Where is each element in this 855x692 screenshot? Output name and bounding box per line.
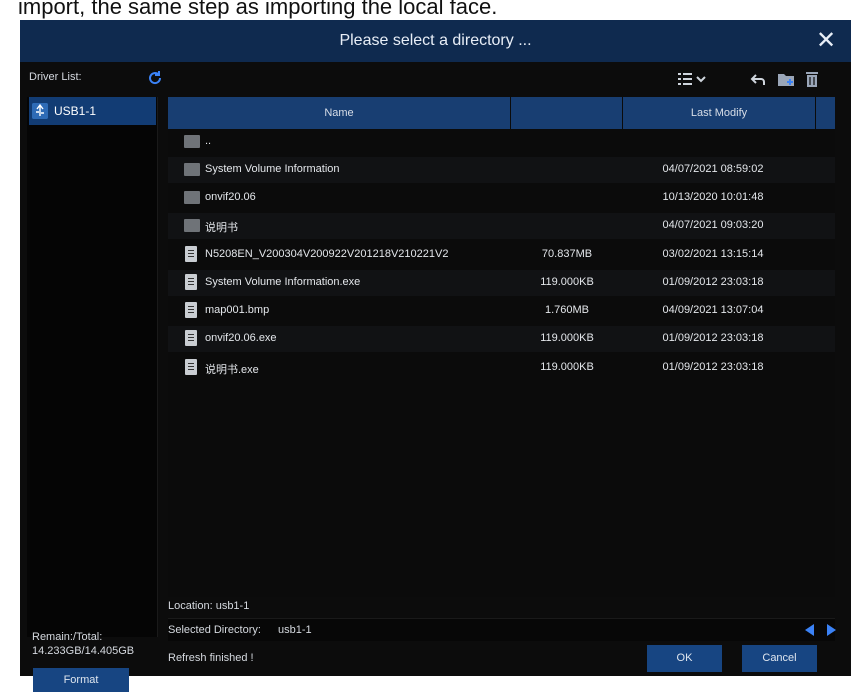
dialog-title: Please select a directory ...	[339, 32, 532, 49]
close-icon[interactable]: ✕	[813, 26, 839, 56]
table-row[interactable]: System Volume Information 04/07/2021 08:…	[168, 157, 835, 183]
usb-drive-icon	[32, 103, 48, 119]
table-row[interactable]: ..	[168, 129, 835, 155]
row-modified: 10/13/2020 10:01:48	[662, 191, 764, 203]
row-modified: 04/07/2021 08:59:02	[662, 163, 764, 175]
table-row[interactable]: map001.bmp 1.760MB 04/09/2021 13:07:04	[168, 298, 835, 324]
row-name: 说明书	[205, 222, 238, 234]
row-name: ..	[205, 135, 212, 147]
arrow-right-icon[interactable]	[827, 624, 836, 636]
file-toolbar	[168, 66, 838, 92]
row-modified: 03/02/2021 13:15:14	[662, 248, 764, 260]
table-row[interactable]: onvif20.06.exe 119.000KB 01/09/2012 23:0…	[168, 326, 835, 352]
row-name: N5208EN_V200304V200922V201218V210221V2	[205, 248, 449, 260]
folder-icon	[184, 135, 200, 148]
drive-list: USB1-1	[27, 97, 158, 637]
remain-total-value: 14.233GB/14.405GB	[32, 645, 135, 657]
arrow-left-icon[interactable]	[805, 624, 814, 636]
driver-sidebar: Driver List: USB1-1 Remain:/Total: 14.23…	[27, 68, 167, 692]
row-modified: 01/09/2012 23:03:18	[662, 361, 764, 373]
row-size: 119.000KB	[540, 276, 594, 288]
delete-icon[interactable]	[803, 70, 821, 88]
selected-directory-bar: Selected Directory: usb1-1	[168, 618, 836, 641]
row-name: onvif20.06.exe	[205, 332, 277, 344]
selected-directory-value: usb1-1	[278, 624, 312, 636]
table-row[interactable]: 说明书.exe 119.000KB 01/09/2012 23:03:18	[168, 355, 835, 381]
column-header-last-modify[interactable]: Last Modify	[623, 97, 816, 129]
drive-label: USB1-1	[54, 104, 97, 118]
row-size: 119.000KB	[540, 332, 594, 344]
row-name: map001.bmp	[205, 304, 270, 316]
selected-directory-label: Selected Directory:	[168, 624, 261, 636]
view-list-dropdown-icon[interactable]	[677, 70, 707, 88]
row-modified: 04/07/2021 09:03:20	[662, 219, 764, 231]
file-icon	[185, 246, 197, 262]
file-icon	[185, 302, 197, 318]
select-directory-dialog: Please select a directory ... ✕ Driver L…	[20, 20, 851, 692]
column-header-size[interactable]	[511, 97, 623, 129]
row-modified: 04/09/2021 13:07:04	[662, 304, 764, 316]
row-size: 1.760MB	[544, 304, 590, 316]
dialog-footer: Location: usb1-1 Selected Directory: usb…	[168, 597, 843, 676]
table-row[interactable]: N5208EN_V200304V200922V201218V210221V2 7…	[168, 242, 835, 268]
row-size: 119.000KB	[540, 361, 594, 373]
driver-list-header: Driver List:	[27, 68, 167, 90]
row-size: 70.837MB	[541, 248, 593, 260]
back-arrow-icon[interactable]	[750, 70, 768, 88]
folder-icon	[184, 163, 200, 176]
dialog-titlebar: Please select a directory ... ✕	[20, 20, 851, 62]
row-name: 说明书.exe	[205, 364, 259, 376]
folder-icon	[184, 191, 200, 204]
new-folder-icon[interactable]	[777, 70, 795, 88]
document-text: import, the same step as importing the l…	[18, 0, 498, 19]
table-row[interactable]: System Volume Information.exe 119.000KB …	[168, 270, 835, 296]
driver-list-label: Driver List:	[29, 71, 82, 83]
status-text: Refresh finished !	[168, 652, 254, 664]
file-icon	[185, 274, 197, 290]
file-icon	[185, 330, 197, 346]
row-name: System Volume Information	[205, 163, 340, 175]
file-table: Name Last Modify .. System Volume Inform…	[168, 97, 835, 597]
row-name: System Volume Information.exe	[205, 276, 361, 288]
refresh-icon[interactable]	[147, 70, 163, 86]
table-header: Name Last Modify	[168, 97, 835, 129]
row-name: onvif20.06	[205, 191, 256, 203]
location-text: Location: usb1-1	[168, 600, 250, 612]
file-icon	[185, 359, 197, 375]
table-row[interactable]: 说明书 04/07/2021 09:03:20	[168, 213, 835, 239]
cancel-button[interactable]: Cancel	[742, 645, 817, 672]
remain-total-label: Remain:/Total:	[32, 631, 103, 643]
ok-button[interactable]: OK	[647, 645, 722, 672]
folder-icon	[184, 219, 200, 232]
row-modified: 01/09/2012 23:03:18	[662, 332, 764, 344]
row-modified: 01/09/2012 23:03:18	[662, 276, 764, 288]
format-button[interactable]: Format	[33, 668, 129, 692]
table-row[interactable]: onvif20.06 10/13/2020 10:01:48	[168, 185, 835, 211]
column-header-name[interactable]: Name	[168, 97, 511, 129]
drive-item-usb1-1[interactable]: USB1-1	[29, 97, 156, 125]
